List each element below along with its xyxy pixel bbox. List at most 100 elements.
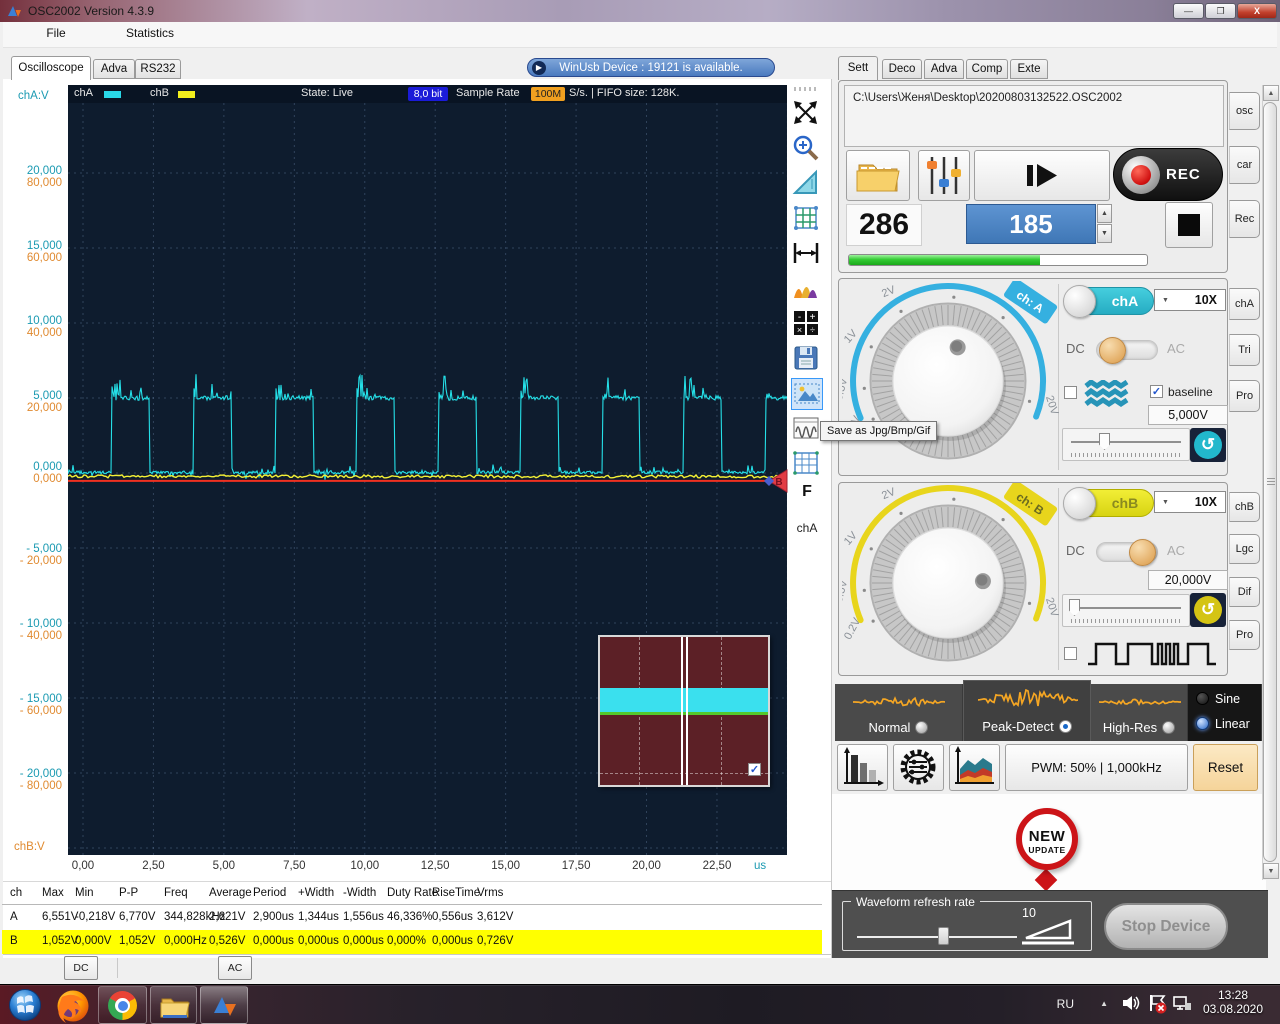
play-step-button[interactable] [974, 150, 1110, 201]
volume-icon[interactable] [1122, 995, 1140, 1011]
panel-tab-sett[interactable]: Sett [838, 56, 878, 80]
side-tab-lgc[interactable]: Lgc [1229, 534, 1260, 564]
spinner-down-button[interactable]: ▼ [1097, 224, 1112, 243]
inset-cursor[interactable] [681, 637, 683, 785]
restore-button[interactable]: ❐ [1205, 3, 1236, 19]
mode-peak-detect[interactable]: Peak-Detect [963, 680, 1091, 741]
mode-peak-radio[interactable] [1059, 720, 1072, 733]
slider-thumb[interactable] [1069, 599, 1080, 616]
mode-normal[interactable]: Normal [835, 684, 963, 741]
coupling-a-button[interactable]: DC [64, 956, 98, 980]
channel-b-pulse-checkbox[interactable] [1064, 647, 1077, 660]
channel-b-enable-toggle[interactable]: chB [1064, 489, 1154, 517]
panel-tab-comp[interactable]: Comp [966, 59, 1008, 79]
open-file-button[interactable] [846, 150, 910, 201]
side-tab-tri[interactable]: Tri [1229, 334, 1260, 366]
save-image-icon[interactable] [791, 378, 823, 410]
panel-tab-exte[interactable]: Exte [1010, 59, 1048, 79]
tray-expand-icon[interactable]: ▲ [1100, 999, 1108, 1008]
close-button[interactable]: X [1237, 3, 1277, 19]
scroll-down-button[interactable]: ▼ [1263, 863, 1279, 879]
fft-button[interactable]: F [791, 483, 823, 507]
scrollbar-thumb[interactable] [1263, 102, 1277, 862]
menu-item-file[interactable]: File [33, 26, 79, 40]
drag-handle-icon[interactable] [794, 87, 818, 91]
panel-tab-deco[interactable]: Deco [882, 59, 922, 79]
firefox-icon[interactable] [56, 989, 90, 1023]
side-tab-osc[interactable]: osc [1229, 92, 1260, 130]
chrome-taskbar-button[interactable] [98, 986, 147, 1024]
channel-a-volts-knob[interactable]: 0.2V0.5V1V2V5V10V20Vch: A [842, 281, 1066, 477]
position-spinner[interactable]: 185 [966, 204, 1096, 244]
save-icon[interactable] [791, 343, 823, 375]
zoom-in-icon[interactable] [791, 133, 823, 165]
channel-b-reset-button[interactable]: ↺ [1190, 593, 1226, 627]
table-row-b[interactable]: B1,052V0,000V1,052V0,000Hz0,526V0,000us0… [2, 930, 822, 954]
reset-button[interactable]: Reset [1193, 744, 1258, 791]
channel-b-marker[interactable]: B [762, 469, 788, 493]
interp-linear[interactable]: Linear [1196, 717, 1250, 731]
network-icon[interactable] [1172, 994, 1192, 1012]
waveform-display[interactable]: chA chB State: Live 8,0 bit Sample Rate … [68, 85, 787, 855]
start-button[interactable] [8, 988, 42, 1022]
title-bar[interactable]: OSC2002 Version 4.3.9 — ❐ X [0, 0, 1280, 22]
action-center-flag-icon[interactable] [1148, 993, 1168, 1015]
osc-app-taskbar-button[interactable] [200, 986, 248, 1024]
explorer-taskbar-button[interactable] [150, 986, 197, 1024]
data-table-icon[interactable] [791, 448, 823, 480]
settings-mixer-button[interactable] [918, 150, 970, 201]
fit-screen-icon[interactable] [791, 98, 823, 130]
stop-record-button[interactable] [1165, 202, 1213, 248]
table-row-a[interactable]: A6,551V-0,218V6,770V344,828kHz2,621V2,90… [2, 906, 822, 930]
record-file-path[interactable]: C:\Users\Женя\Desktop\20200803132522.OSC… [844, 85, 1224, 147]
channel-a-offset-slider[interactable] [1062, 428, 1190, 461]
area-chart-button[interactable] [949, 744, 1000, 791]
side-tab-car[interactable]: car [1229, 146, 1260, 184]
stop-device-button[interactable]: Stop Device [1104, 903, 1228, 950]
overview-inset[interactable]: ✓ [598, 635, 770, 787]
language-indicator[interactable]: RU [1057, 997, 1074, 1011]
scroll-up-button[interactable]: ▲ [1263, 85, 1279, 101]
panel-tab-adva[interactable]: Adva [924, 59, 964, 79]
new-update-badge[interactable]: NEW UPDATE [1016, 808, 1078, 870]
mode-normal-radio[interactable] [915, 721, 928, 734]
advanced-settings-button[interactable] [893, 744, 944, 791]
channel-a-enable-toggle[interactable]: chA [1064, 287, 1154, 315]
waveform-export-icon[interactable] [791, 413, 823, 445]
math-icon[interactable]: -+×÷ [791, 308, 823, 340]
menu-item-statistics[interactable]: Statistics [105, 26, 195, 40]
side-tab-pro[interactable]: Pro [1229, 620, 1260, 650]
spinner-up-button[interactable]: ▲ [1097, 204, 1112, 223]
histogram-tool-button[interactable] [837, 744, 888, 791]
channel-b-coupling-switch[interactable] [1096, 542, 1158, 562]
tab-rs232[interactable]: RS232 [135, 59, 181, 79]
spectrum-icon[interactable] [791, 273, 823, 305]
channel-a-wave-checkbox[interactable] [1064, 386, 1077, 399]
ruler-icon[interactable] [791, 168, 823, 200]
interp-sine[interactable]: Sine [1196, 692, 1240, 706]
grid-icon[interactable] [791, 203, 823, 235]
channel-a-coupling-switch[interactable] [1096, 340, 1158, 360]
width-measure-icon[interactable] [791, 238, 823, 270]
channel-a-reset-button[interactable]: ↺ [1190, 428, 1226, 462]
linear-radio[interactable] [1196, 717, 1209, 730]
side-tab-rec[interactable]: Rec [1229, 200, 1260, 238]
tab-adva[interactable]: Adva [93, 59, 135, 79]
tab-oscilloscope[interactable]: Oscilloscope [11, 56, 91, 80]
baseline-checkbox[interactable]: ✓ [1150, 385, 1163, 398]
pwm-button[interactable]: PWM: 50% | 1,000kHz [1005, 744, 1188, 791]
side-tab-dif[interactable]: Dif [1229, 577, 1260, 607]
rec-button[interactable]: REC [1113, 148, 1223, 201]
channel-b-probe-select[interactable]: ▼ 10X [1154, 491, 1226, 513]
side-tab-pro[interactable]: Pro [1229, 380, 1260, 412]
slider-thumb[interactable] [1099, 433, 1110, 450]
side-tab-cha[interactable]: chA [1229, 288, 1260, 320]
mode-high-res[interactable]: High-Res [1091, 684, 1188, 741]
refresh-slider-thumb[interactable] [938, 927, 949, 945]
clock[interactable]: 13:28 03.08.2020 [1194, 988, 1272, 1016]
channel-a-probe-select[interactable]: ▼ 10X [1154, 289, 1226, 311]
usb-notification[interactable]: ▶ WinUsb Device : 19121 is available. [527, 58, 775, 77]
mode-highres-radio[interactable] [1162, 721, 1175, 734]
inset-checkbox[interactable]: ✓ [748, 763, 761, 776]
channel-b-volts-knob[interactable]: 0.2V0.5V1V2V5V10V20Vch: B [842, 483, 1066, 675]
